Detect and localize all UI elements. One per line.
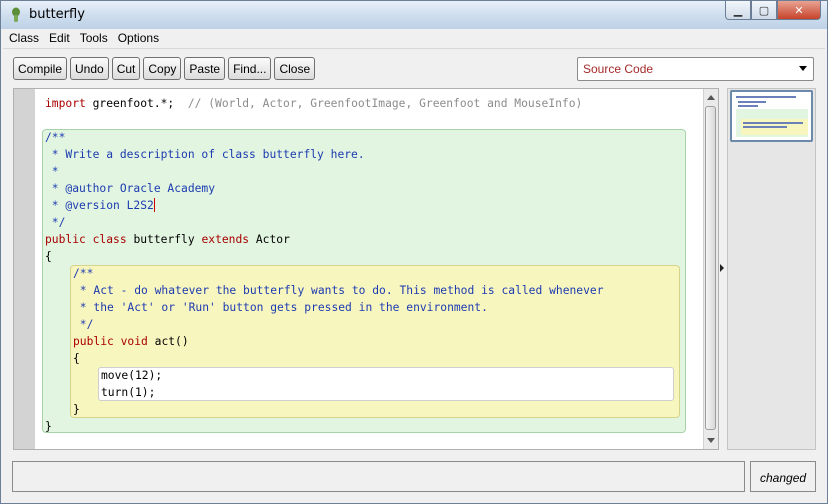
- save-state-label: changed: [760, 471, 807, 485]
- code-line: *: [45, 165, 59, 178]
- copy-button[interactable]: Copy: [143, 57, 182, 80]
- code-line: */: [45, 216, 66, 229]
- greenfoot-icon: [12, 7, 20, 22]
- keyword: void: [120, 335, 148, 348]
- paste-button[interactable]: Paste: [184, 57, 226, 80]
- code-line: * Write a description of class butterfly…: [45, 148, 365, 161]
- maximize-icon: ▢: [758, 3, 770, 17]
- scrollbar-thumb[interactable]: [705, 106, 716, 430]
- code-line: move(12);: [101, 369, 163, 382]
- code-line: }: [45, 420, 52, 433]
- code-line: /**: [73, 267, 94, 280]
- keyword: class: [92, 233, 127, 246]
- code-line: * the 'Act' or 'Run' button gets pressed…: [73, 301, 488, 314]
- chevron-down-icon: [799, 66, 807, 71]
- thumb-line: [736, 96, 796, 98]
- code-line: /**: [45, 131, 66, 144]
- code-line: turn(1);: [101, 386, 156, 399]
- code-line: public class butterfly extends Actor: [45, 231, 290, 248]
- code-text: act(): [147, 335, 189, 348]
- close-window-button[interactable]: ✕: [777, 1, 821, 20]
- menu-class[interactable]: Class: [3, 30, 43, 48]
- toolbar: Compile Undo Cut Copy Paste Find... Clos…: [13, 57, 318, 81]
- editor-window: butterfly ▁ ▢ ✕ Class Edit Tools Options…: [0, 0, 828, 504]
- find-button[interactable]: Find...: [228, 57, 272, 80]
- title-bar[interactable]: butterfly ▁ ▢ ✕: [1, 1, 827, 29]
- code-line: import greenfoot.*; // (World, Actor, Gr…: [45, 95, 582, 112]
- code-text: Actor: [249, 233, 290, 246]
- code-comment: // (World, Actor, GreenfootImage, Greenf…: [187, 97, 583, 110]
- status-message-bar: [12, 461, 745, 492]
- code-editor[interactable]: import greenfoot.*; // (World, Actor, Gr…: [13, 88, 719, 450]
- menu-tools[interactable]: Tools: [74, 30, 112, 48]
- text-caret: [153, 198, 155, 212]
- navigation-thumbnail[interactable]: [730, 90, 813, 142]
- code-line: {: [73, 352, 80, 365]
- view-select-value: Source Code: [583, 62, 654, 76]
- window-title: butterfly: [29, 7, 85, 22]
- undo-button[interactable]: Undo: [70, 57, 109, 80]
- thumb-line: [738, 105, 758, 107]
- code-line: * @version L2S2: [45, 197, 155, 214]
- code-line: }: [73, 403, 80, 416]
- method-body-highlight: [98, 367, 674, 401]
- navview-splitter[interactable]: [719, 89, 727, 449]
- keyword: extends: [201, 233, 250, 246]
- compile-button[interactable]: Compile: [13, 57, 68, 80]
- minimize-icon: ▁: [733, 3, 743, 17]
- view-select[interactable]: Source Code: [577, 57, 814, 81]
- scroll-up-icon[interactable]: [707, 95, 715, 100]
- menu-edit[interactable]: Edit: [43, 30, 74, 48]
- scroll-down-icon[interactable]: [707, 438, 715, 443]
- minimize-button[interactable]: ▁: [725, 1, 751, 20]
- code-text: * @version L2S2: [45, 199, 154, 212]
- thumb-line: [743, 126, 787, 128]
- cut-button[interactable]: Cut: [111, 57, 141, 80]
- close-button[interactable]: Close: [274, 57, 316, 80]
- keyword: public: [45, 233, 86, 246]
- code-text: greenfoot.*;: [85, 97, 188, 110]
- keyword: public: [73, 335, 114, 348]
- keyword: import: [45, 97, 86, 110]
- menu-bar: Class Edit Tools Options: [3, 30, 825, 49]
- vertical-scrollbar[interactable]: [703, 89, 718, 449]
- code-line: * Act - do whatever the butterfly wants …: [73, 284, 604, 297]
- source-code[interactable]: import greenfoot.*; // (World, Actor, Gr…: [14, 89, 700, 449]
- thumb-line: [738, 101, 766, 103]
- thumb-line: [743, 122, 803, 124]
- code-line: {: [45, 250, 52, 263]
- window-controls: ▁ ▢ ✕: [725, 1, 821, 21]
- code-line: * @author Oracle Academy: [45, 182, 216, 195]
- code-text: butterfly: [126, 233, 202, 246]
- menu-options[interactable]: Options: [112, 30, 163, 48]
- code-line: */: [73, 318, 94, 331]
- close-icon: ✕: [794, 3, 804, 17]
- collapse-arrow-icon[interactable]: [720, 264, 724, 272]
- maximize-button[interactable]: ▢: [751, 1, 777, 20]
- navigation-view[interactable]: [727, 88, 816, 450]
- code-line: public void act(): [73, 333, 189, 350]
- save-state-indicator: changed: [750, 461, 816, 492]
